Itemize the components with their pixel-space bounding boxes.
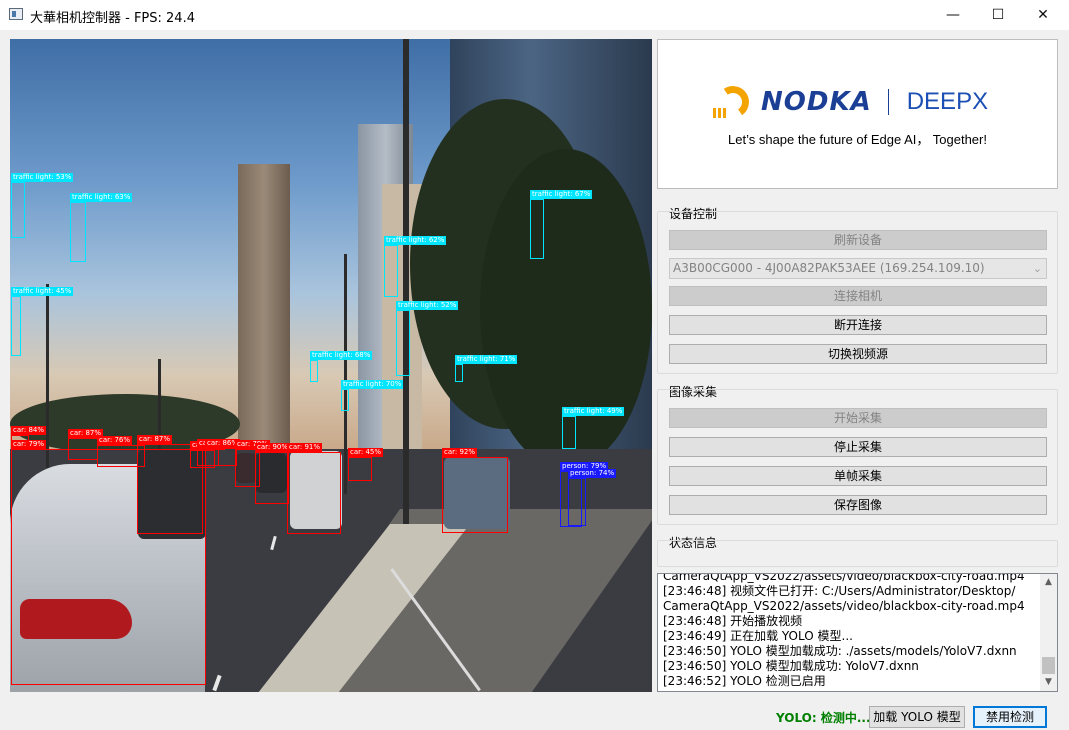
nodka-logo-text: NODKA [761,87,872,117]
chevron-down-icon: ⌄ [1032,262,1042,275]
detection-label: traffic light: 52% [396,301,459,310]
detection-label: car: 79% [11,440,47,449]
detection-label: traffic light: 71% [455,355,518,364]
device-select-value: A3B00CG000 - 4J00A82PAK53AEE (169.254.10… [673,261,985,275]
detection-box-car [255,452,289,504]
detection-label: car: 91% [287,443,323,452]
brand-panel: NODKA DEEPX Let’s shape the future of Ed… [657,39,1058,189]
switch-source-button[interactable]: 切换视频源 [669,344,1047,364]
deepx-logo-text: DEEPX [906,88,989,115]
detection-box-traffic [11,182,25,238]
device-select[interactable]: A3B00CG000 - 4J00A82PAK53AEE (169.254.10… [669,258,1047,279]
connect-camera-button[interactable]: 连接相机 [669,286,1047,306]
log-line: [23:46:49] 正在加载 YOLO 模型... [663,629,853,643]
detection-label: traffic light: 63% [70,193,133,202]
detection-label: traffic light: 67% [530,190,593,199]
detection-box-car [442,457,508,533]
detection-label: car: 92% [442,448,478,457]
logo-divider [887,89,889,115]
app-icon [9,8,23,20]
close-button[interactable]: ✕ [1020,0,1066,30]
building [238,164,290,449]
detection-box-traffic [562,416,576,449]
disconnect-button[interactable]: 断开连接 [669,315,1047,335]
scroll-down-icon[interactable]: ▼ [1040,674,1057,691]
detection-label: traffic light: 45% [11,287,74,296]
window-title: 大華相机控制器 - FPS: 24.4 [30,11,195,26]
minimize-button[interactable]: — [930,0,976,30]
stop-capture-button[interactable]: 停止采集 [669,437,1047,457]
log-scrollbar[interactable]: ▲ ▼ [1040,574,1057,691]
detection-label: car: 76% [97,436,133,445]
detection-label: car: 90% [255,443,291,452]
street-pole [344,254,347,494]
detection-box-car [287,452,341,534]
detection-box-car [348,457,372,481]
load-yolo-button[interactable]: 加载 YOLO 模型 [869,706,965,728]
detection-label: traffic light: 53% [11,173,74,182]
start-capture-button[interactable]: 开始采集 [669,408,1047,428]
save-image-button[interactable]: 保存图像 [669,495,1047,515]
single-frame-button[interactable]: 单帧采集 [669,466,1047,486]
detection-label: person: 74% [568,469,617,478]
log-line: [23:46:50] YOLO 模型加载成功: ./assets/models/… [663,644,1017,658]
scroll-thumb[interactable] [1042,657,1055,674]
detection-label: traffic light: 49% [562,407,625,416]
detection-label: car: 87% [137,435,173,444]
yolo-status: YOLO: 检测中... [776,711,871,725]
log-line: CameraQtApp_VS2022/assets/video/blackbox… [663,573,1025,583]
log-line: [23:46:50] YOLO 模型加载成功: YoloV7.dxnn [663,659,919,673]
log-line: [23:46:48] 视频文件已打开: C:/Users/Administrat… [663,584,1016,598]
detection-label: traffic light: 68% [310,351,373,360]
detection-box-car [205,448,237,466]
status-group-box [657,540,1058,567]
brand-slogan: Let’s shape the future of Edge AI， Toget… [728,132,987,147]
title-bar: 大華相机控制器 - FPS: 24.4 — ☐ ✕ [0,0,1069,30]
log-line: CameraQtApp_VS2022/assets/video/blackbox… [663,599,1025,613]
refresh-devices-button[interactable]: 刷新设备 [669,230,1047,250]
detection-box-traffic [341,389,349,411]
detection-box-car [11,449,206,685]
log-line: [23:46:48] 开始播放视频 [663,614,803,628]
street-pole [46,284,49,469]
video-preview: traffic light: 53% traffic light: 63% traf… [10,39,652,692]
detection-label: traffic light: 62% [384,236,447,245]
detection-box-traffic [396,310,410,376]
detection-box-person [568,478,586,526]
detection-box-traffic [70,202,86,262]
scroll-up-icon[interactable]: ▲ [1040,574,1057,591]
log-lines: CameraQtApp_VS2022/assets/video/blackbox… [663,573,1043,689]
detection-box-traffic [530,199,544,259]
street-pole [403,39,409,524]
detection-label: car: 84% [11,426,47,435]
nodka-logo-icon [713,83,759,121]
disable-detection-button[interactable]: 禁用检测 [973,706,1047,728]
detection-box-traffic [11,296,21,356]
detection-label: car: 45% [348,448,384,457]
detection-box-traffic [455,364,463,382]
detection-box-traffic [310,360,318,382]
log-line: [23:46:52] YOLO 检测已启用 [663,674,826,688]
maximize-button[interactable]: ☐ [975,0,1021,30]
status-log[interactable]: CameraQtApp_VS2022/assets/video/blackbox… [657,573,1058,692]
detection-label: traffic light: 70% [341,380,404,389]
detection-box-traffic [384,245,398,297]
brand-logos: NODKA DEEPX [713,83,989,121]
